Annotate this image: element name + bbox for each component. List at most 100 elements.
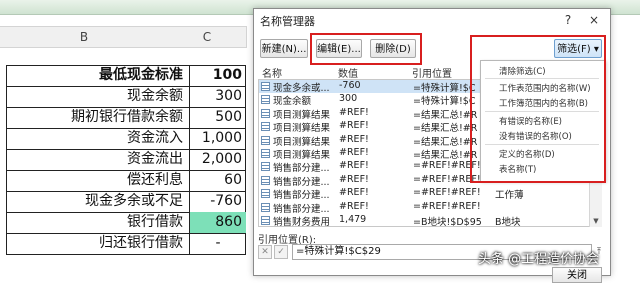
cell-label[interactable]: 期初银行借款余额 xyxy=(6,107,190,128)
table-row: 期初银行借款余额 500 xyxy=(6,107,246,129)
name-text: 项目测算结果 xyxy=(273,136,331,148)
value-text: #REF! xyxy=(339,120,369,132)
table-row: 最低现金标准 100 xyxy=(6,65,246,87)
confirm-ref-icon[interactable]: ✓ xyxy=(274,245,288,259)
table-row: 资金流入 1,000 xyxy=(6,128,246,150)
filter-table-names-item[interactable]: 表名称(T) xyxy=(499,163,536,175)
cell-value[interactable]: 2,000 xyxy=(190,149,246,170)
ref-text: =结果汇总!#R xyxy=(413,150,478,161)
name-range-icon xyxy=(261,82,270,91)
cell-label[interactable]: 现金多余或不足 xyxy=(6,191,190,212)
filter-clear-item[interactable]: 清除筛选(C) xyxy=(499,65,546,77)
name-text: 销售部分建... xyxy=(273,163,330,175)
name-text: 项目测算结果 xyxy=(273,150,331,161)
cell-label[interactable]: 归还银行借款 xyxy=(6,233,190,254)
value-text: 300 xyxy=(339,93,358,105)
name-text: 项目测算结果 xyxy=(273,123,331,135)
ref-text: =#REF!#REF! xyxy=(413,160,481,172)
cell-value[interactable]: - xyxy=(190,233,246,254)
value-text: 1,479 xyxy=(339,214,367,225)
cell-label[interactable]: 资金流出 xyxy=(6,149,190,170)
value-text: #REF! xyxy=(339,106,369,118)
value-text: -760 xyxy=(339,80,361,91)
ref-text: =#REF!#REF! xyxy=(413,200,481,212)
dialog-title: 名称管理器 xyxy=(260,15,315,28)
value-text: #REF! xyxy=(339,147,369,158)
menu-divider xyxy=(485,111,599,112)
new-button[interactable]: 新建(N)... xyxy=(260,39,308,58)
name-text: 现金多余或... xyxy=(273,83,330,94)
filter-workbook-scope-item[interactable]: 工作簿范围内的名称(B) xyxy=(499,97,588,109)
column-value-header[interactable]: 数值 xyxy=(338,65,358,80)
scope-text: 工作薄 xyxy=(495,190,524,202)
cell-value[interactable]: -760 xyxy=(190,191,246,212)
cell-value[interactable]: 100 xyxy=(190,65,246,86)
list-item[interactable]: 销售部分建... #REF! =#REF!#REF! 工作薄 xyxy=(259,187,593,202)
value-text: #REF! xyxy=(339,133,369,145)
name-range-icon xyxy=(261,95,270,105)
filter-no-errors-item[interactable]: 没有错误的名称(O) xyxy=(499,130,572,142)
cell-value[interactable]: 300 xyxy=(190,86,246,107)
cancel-ref-icon[interactable]: ✕ xyxy=(258,245,272,259)
cell-value[interactable]: 500 xyxy=(190,107,246,128)
name-range-icon xyxy=(261,202,270,212)
cell-label[interactable]: 最低现金标准 xyxy=(6,65,190,86)
name-text: 销售部分建... xyxy=(273,190,330,202)
ref-text: =#REF!#REF! xyxy=(413,173,481,185)
name-text: 销售部分建... xyxy=(273,203,330,215)
close-dialog-button[interactable]: 关闭 xyxy=(552,267,602,283)
ref-text: =结果汇总!#R xyxy=(413,123,478,135)
filter-worksheet-scope-item[interactable]: 工作表范围内的名称(W) xyxy=(499,82,591,94)
delete-button[interactable]: 删除(D) xyxy=(370,39,416,58)
name-text: 销售部分建... xyxy=(273,176,330,188)
name-manager-dialog: 名称管理器 ? × 新建(N)... 编辑(E)... 删除(D) 筛选(F) … xyxy=(253,8,611,283)
cell-label[interactable]: 现金余额 xyxy=(6,86,190,107)
cell-label[interactable]: 资金流入 xyxy=(6,128,190,149)
ref-text: =B地块!$D$95 xyxy=(413,217,482,227)
name-range-icon xyxy=(261,122,270,132)
close-icon[interactable]: × xyxy=(584,11,604,29)
dialog-titlebar[interactable]: 名称管理器 ? × xyxy=(254,9,610,31)
name-range-icon xyxy=(261,216,270,225)
watermark: 头条 @工程造价协会 xyxy=(478,252,600,267)
table-row: 资金流出 2,000 xyxy=(6,149,246,171)
cell-value[interactable]: 1,000 xyxy=(190,128,246,149)
cell-label[interactable]: 银行借款 xyxy=(6,212,190,233)
menu-divider xyxy=(485,144,599,145)
name-range-icon xyxy=(261,149,270,158)
help-button[interactable]: ? xyxy=(558,11,578,29)
name-range-icon xyxy=(261,162,270,172)
table-row: 归还银行借款 - xyxy=(6,233,246,255)
column-header-b[interactable]: B xyxy=(0,26,169,48)
cell-label[interactable]: 偿还利息 xyxy=(6,170,190,191)
value-text: #REF! xyxy=(339,160,369,172)
ref-text: =特殊计算!$C xyxy=(413,96,476,108)
value-text: #REF! xyxy=(339,187,369,199)
name-range-icon xyxy=(261,108,270,118)
filter-dropdown: 清除筛选(C) 工作表范围内的名称(W) 工作簿范围内的名称(B) 有错误的名称… xyxy=(480,60,606,182)
name-range-icon xyxy=(261,135,270,145)
scope-text: B地块 xyxy=(495,217,521,227)
name-range-icon xyxy=(261,175,270,185)
column-name-header[interactable]: 名称 xyxy=(262,65,282,80)
column-ref-header[interactable]: 引用位置 xyxy=(412,65,452,80)
filter-errors-item[interactable]: 有错误的名称(E) xyxy=(499,115,562,127)
column-header-c[interactable]: C xyxy=(168,26,247,48)
table-row: 现金余额 300 xyxy=(6,86,246,108)
ref-text: =结果汇总!#R xyxy=(413,109,478,121)
list-item[interactable]: 销售部分建... #REF! =#REF!#REF! xyxy=(259,200,593,215)
list-item[interactable]: 销售财务费用 1,479 =B地块!$D$95 B地块 xyxy=(259,214,593,227)
scroll-down-icon[interactable]: ▼ xyxy=(590,215,602,227)
ref-text: =结果汇总!#R xyxy=(413,136,478,148)
name-range-icon xyxy=(261,189,270,199)
table-row: 现金多余或不足 -760 xyxy=(6,191,246,213)
value-text: #REF! xyxy=(339,200,369,212)
cell-value[interactable]: 60 xyxy=(190,170,246,191)
edit-button[interactable]: 编辑(E)... xyxy=(316,39,362,58)
filter-button[interactable]: 筛选(F) ▾ xyxy=(554,39,602,58)
name-text: 销售财务费用 xyxy=(273,217,331,227)
filter-defined-names-item[interactable]: 定义的名称(D) xyxy=(499,148,555,160)
value-text: #REF! xyxy=(339,173,369,185)
cell-value-highlighted[interactable]: 860 xyxy=(190,212,246,233)
name-text: 现金余额 xyxy=(273,96,312,108)
